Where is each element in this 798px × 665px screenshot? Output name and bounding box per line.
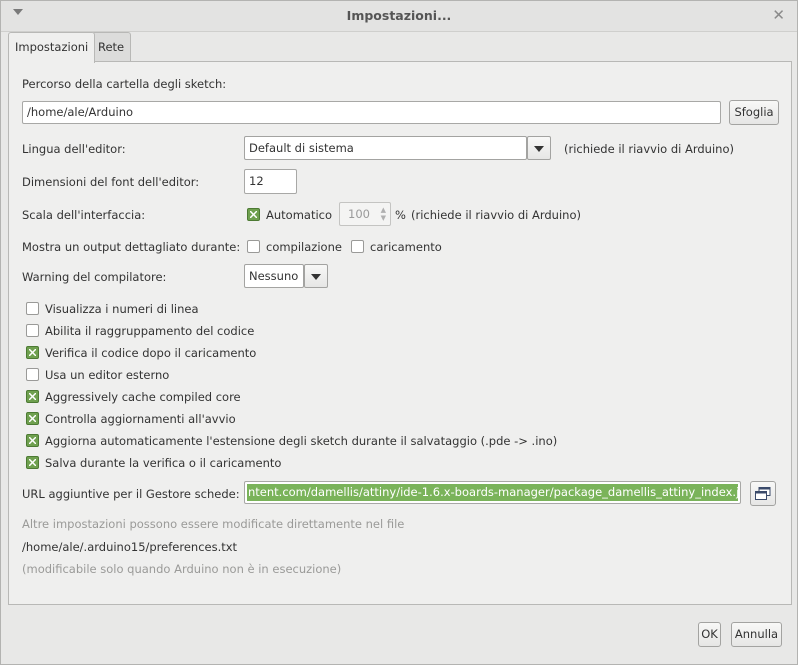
editor-language-value: Default di sistema [249,141,354,155]
interface-scale-note: (richiede il riavvio di Arduino) [411,208,581,222]
open-urls-editor-button[interactable] [750,481,776,506]
settings-panel: Percorso della cartella degli sketch: /h… [8,61,792,605]
option-verify-after-upload-checkbox[interactable] [26,346,39,359]
option-cache-core-checkbox[interactable] [26,390,39,403]
option-check-updates-label: Controlla aggiornamenti all'avvio [45,412,236,426]
more-preferences-note: Altre impostazioni possono essere modifi… [22,517,405,531]
compiler-warnings-select[interactable]: Nessuno [244,264,304,288]
board-manager-urls-input[interactable]: ntent.com/damellis/attiny/ide-1.6.x-boar… [244,481,741,504]
edit-only-when-closed-note: (modificabile solo quando Arduino non è … [22,562,342,576]
board-manager-urls-value: ntent.com/damellis/attiny/ide-1.6.x-boar… [247,484,738,501]
option-verify-after-upload-label: Verifica il codice dopo il caricamento [45,346,257,360]
browse-button[interactable]: Sfoglia [729,100,779,125]
title-bar: Impostazioni... ✕ [1,1,797,32]
automatic-scale-label: Automatico [266,208,333,222]
option-external-editor-label: Usa un editor esterno [45,368,170,382]
option-update-extension-label: Aggiorna automaticamente l'estensione de… [45,434,558,448]
font-size-label: Dimensioni del font dell'editor: [22,175,200,189]
option-save-on-verify-checkbox[interactable] [26,456,39,469]
option-external-editor-checkbox[interactable] [26,368,39,381]
verbose-output-label: Mostra un output dettagliato durante: [22,240,241,254]
option-code-folding-label: Abilita il raggruppamento del codice [45,324,255,338]
preferences-dialog: Impostazioni... ✕ Impostazioni Rete Perc… [0,0,798,665]
verbose-compilation-label: compilazione [266,240,342,254]
interface-scale-unit: % [395,208,406,222]
option-save-on-verify-label: Salva durante la verifica o il caricamen… [45,456,282,470]
editor-language-label: Lingua dell'editor: [22,142,126,156]
spinner-arrows-icon: ▲ ▼ [380,206,386,222]
editor-language-select[interactable]: Default di sistema [244,136,527,160]
editor-language-dropdown-button[interactable] [527,136,551,160]
compiler-warnings-label: Warning del compilatore: [22,270,167,284]
option-cache-core-label: Aggressively cache compiled core [45,390,241,404]
chevron-down-icon [311,274,321,280]
compiler-warnings-value: Nessuno [249,269,299,283]
option-line-numbers-checkbox[interactable] [26,302,39,315]
automatic-scale-checkbox[interactable] [247,208,260,221]
option-update-extension-checkbox[interactable] [26,434,39,447]
editor-language-note: (richiede il riavvio di Arduino) [564,142,734,156]
preferences-file-path: /home/ale/.arduino15/preferences.txt [22,540,238,554]
tab-impostazioni[interactable]: Impostazioni [8,32,96,63]
interface-scale-value: 100 [348,207,370,221]
close-icon[interactable]: ✕ [772,6,785,24]
window-title: Impostazioni... [346,8,452,23]
font-size-input[interactable]: 12 [244,169,297,194]
option-line-numbers-label: Visualizza i numeri di linea [45,302,199,316]
window-icon [755,487,771,500]
chevron-down-icon [534,146,544,152]
sketchbook-label: Percorso della cartella degli sketch: [22,77,227,91]
option-check-updates-checkbox[interactable] [26,412,39,425]
verbose-upload-label: caricamento [370,240,442,254]
option-code-folding-checkbox[interactable] [26,324,39,337]
board-manager-urls-label: URL aggiuntive per il Gestore schede: [22,487,240,501]
verbose-compilation-checkbox[interactable] [247,240,260,253]
cancel-button[interactable]: Annulla [731,622,782,647]
interface-scale-spinner[interactable]: 100 ▲ ▼ [339,202,391,226]
sketchbook-path-input[interactable]: /home/ale/Arduino [22,101,721,124]
compiler-warnings-dropdown-button[interactable] [304,264,328,288]
interface-scale-label: Scala dell'interfaccia: [22,208,146,222]
verbose-upload-checkbox[interactable] [351,240,364,253]
ok-button[interactable]: OK [698,622,721,647]
tab-rete[interactable]: Rete [91,32,132,61]
